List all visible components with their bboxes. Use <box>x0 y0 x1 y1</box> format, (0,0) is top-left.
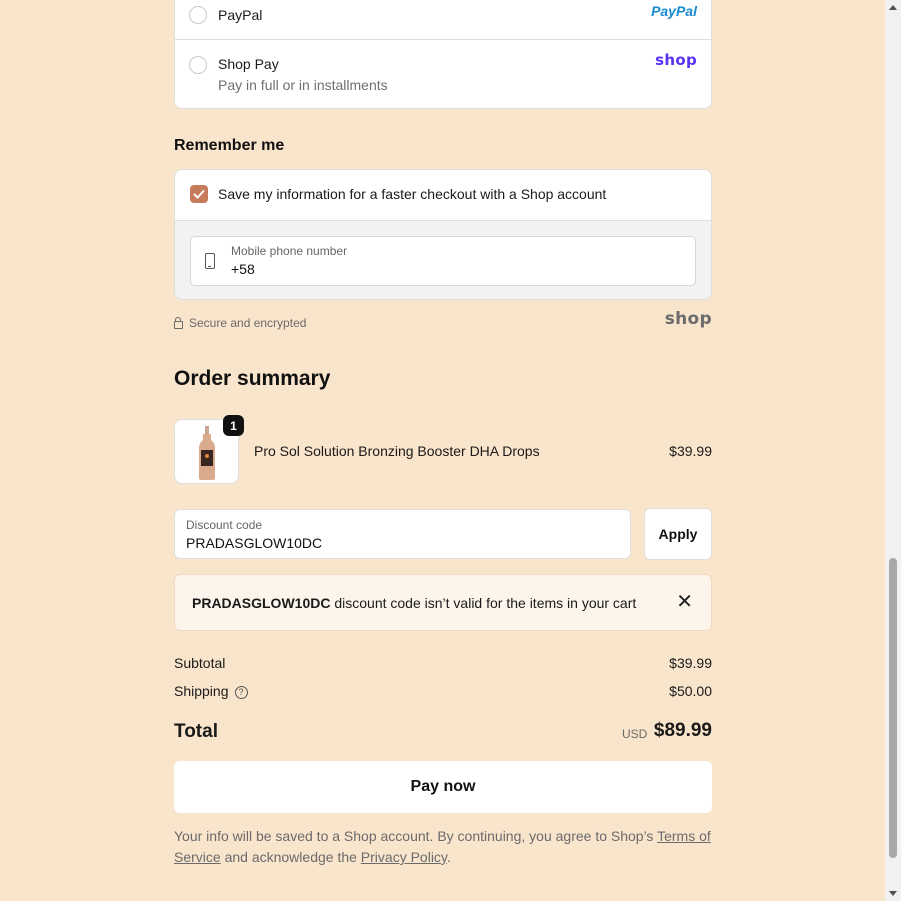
subtotal-value: $39.99 <box>669 655 712 671</box>
legal-prefix: Your info will be saved to a Shop accoun… <box>174 828 658 844</box>
secure-text: Secure and encrypted <box>189 316 307 330</box>
privacy-link[interactable]: Privacy Policy <box>361 849 447 865</box>
currency-code: USD <box>622 727 648 741</box>
lock-icon <box>174 316 183 329</box>
shipping-row: Shipping? <box>174 683 248 699</box>
total-label: Total <box>174 721 218 742</box>
order-summary-heading: Order summary <box>174 367 331 390</box>
phone-field-label: Mobile phone number <box>231 244 348 258</box>
legal-middle: and acknowledge the <box>220 849 361 865</box>
scroll-up-icon[interactable] <box>889 5 897 10</box>
discount-field-value[interactable]: PRADASGLOW10DC <box>186 535 322 551</box>
remember-me-card: Save my information for a faster checkou… <box>174 169 712 300</box>
scrollbar-thumb[interactable] <box>889 558 897 858</box>
phone-area: Mobile phone number +58 <box>175 220 711 299</box>
subtotal-label: Subtotal <box>174 655 226 671</box>
quantity-badge: 1 <box>223 415 244 436</box>
shipping-value: $50.00 <box>669 683 712 699</box>
save-info-checkbox[interactable] <box>190 185 208 203</box>
paypal-label: PayPal <box>218 7 263 23</box>
close-icon[interactable]: ✕ <box>676 590 693 614</box>
paypal-radio[interactable] <box>189 6 207 24</box>
error-code: PRADASGLOW10DC <box>192 595 331 611</box>
mobile-phone-icon <box>205 253 215 269</box>
discount-error-banner: PRADASGLOW10DC discount code isn’t valid… <box>174 574 712 631</box>
secure-notice: Secure and encrypted <box>174 316 306 330</box>
product-name: Pro Sol Solution Bronzing Booster DHA Dr… <box>254 443 540 459</box>
product-price: $39.99 <box>669 443 712 459</box>
checkmark-icon <box>193 189 205 199</box>
remember-me-heading: Remember me <box>174 137 285 154</box>
phone-number-field[interactable]: Mobile phone number +58 <box>190 236 696 286</box>
payment-option-shop-pay[interactable]: Shop Pay Pay in full or in installments … <box>175 39 711 109</box>
error-message: discount code isn’t valid for the items … <box>330 595 637 611</box>
help-icon[interactable]: ? <box>234 685 248 699</box>
shop-pay-logo: shop <box>655 51 697 69</box>
shop-pay-radio[interactable] <box>189 56 207 74</box>
pay-now-button[interactable]: Pay now <box>174 761 712 813</box>
legal-suffix: . <box>446 849 451 865</box>
discount-field-label: Discount code <box>186 518 263 532</box>
payment-options-card: PayPal PayPal Shop Pay Pay in full or in… <box>174 0 712 109</box>
shop-logo: shop <box>664 309 712 329</box>
phone-field-value[interactable]: +58 <box>231 261 255 277</box>
discount-error-text: PRADASGLOW10DC discount code isn’t valid… <box>192 595 636 611</box>
shop-pay-label: Shop Pay <box>218 56 279 72</box>
paypal-logo: PayPal <box>651 3 697 19</box>
total-value: $89.99 <box>653 720 712 741</box>
legal-notice: Your info will be saved to a Shop accoun… <box>174 826 714 868</box>
apply-discount-button[interactable]: Apply <box>644 508 712 560</box>
payment-option-paypal[interactable]: PayPal PayPal <box>175 1 711 40</box>
scrollbar[interactable] <box>885 0 901 901</box>
shop-pay-sublabel: Pay in full or in installments <box>218 77 388 93</box>
save-info-label: Save my information for a faster checkou… <box>218 186 607 202</box>
discount-code-field[interactable]: Discount code PRADASGLOW10DC <box>174 509 631 559</box>
shipping-label: Shipping <box>174 683 229 699</box>
scroll-down-icon[interactable] <box>889 891 897 896</box>
